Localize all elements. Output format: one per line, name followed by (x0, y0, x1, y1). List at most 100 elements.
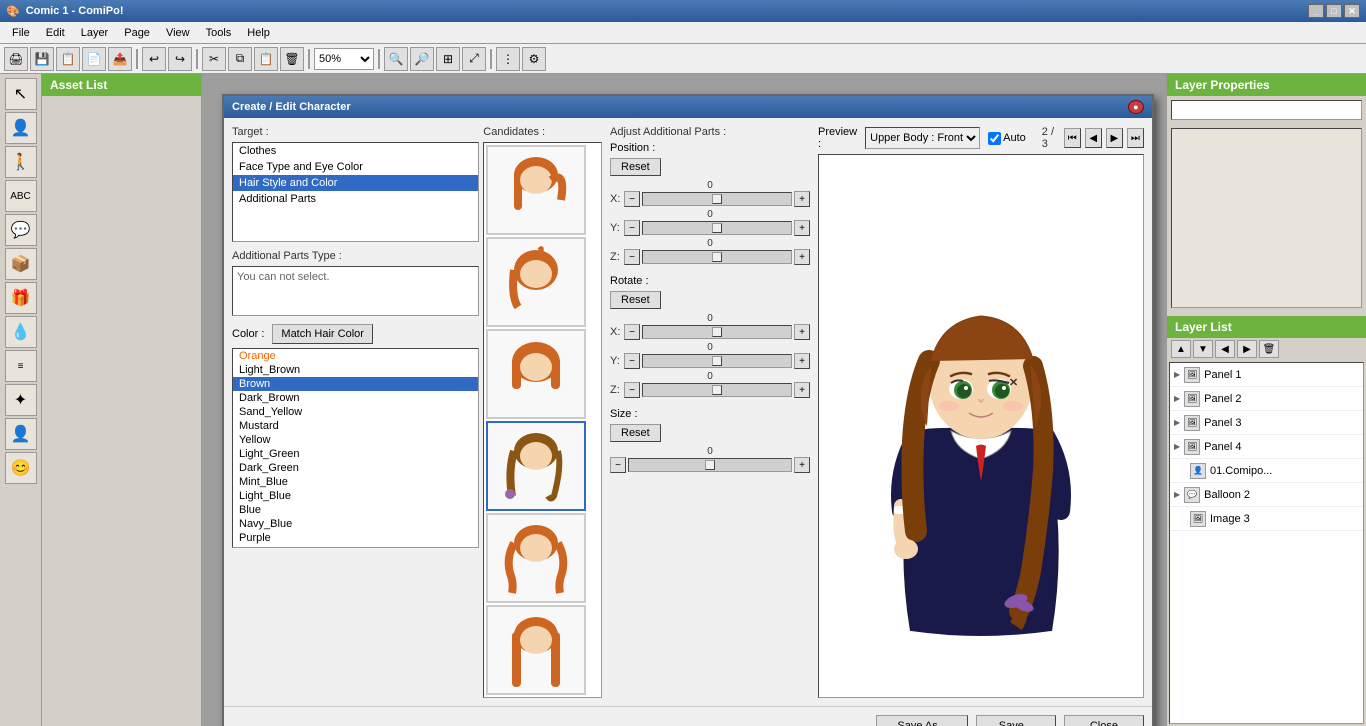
size-reset-button[interactable]: Reset (610, 424, 661, 442)
save-button[interactable]: 💾 (30, 47, 54, 71)
layer-panel-2[interactable]: ▶ 🖼 Panel 2 (1170, 387, 1363, 411)
layer-right-button[interactable]: ▶ (1237, 340, 1257, 358)
nav-first-button[interactable]: ⏮ (1064, 128, 1081, 148)
rotate-x-track[interactable] (642, 325, 792, 339)
position-x-track[interactable] (642, 192, 792, 206)
size-plus[interactable]: + (794, 457, 810, 473)
zoom-in-button[interactable]: 🔍 (384, 47, 408, 71)
settings-button[interactable]: ⚙ (522, 47, 546, 71)
menu-help[interactable]: Help (239, 25, 278, 41)
position-z-minus[interactable]: − (624, 249, 640, 265)
color-navy-blue[interactable]: Navy_Blue (233, 517, 478, 531)
candidate-6[interactable] (486, 605, 586, 695)
candidate-1[interactable] (486, 145, 586, 235)
position-z-plus[interactable]: + (794, 249, 810, 265)
position-y-track[interactable] (642, 221, 792, 235)
menu-page[interactable]: Page (116, 25, 158, 41)
menu-file[interactable]: File (4, 25, 38, 41)
target-parts[interactable]: Additional Parts (233, 191, 478, 207)
layer-delete-button[interactable]: 🗑 (1259, 340, 1279, 358)
color-yellow[interactable]: Yellow (233, 433, 478, 447)
color-pink[interactable]: Pink (233, 545, 478, 548)
cut-button[interactable]: ✂ (202, 47, 226, 71)
modal-close-button[interactable]: ● (1128, 100, 1144, 114)
menu-layer[interactable]: Layer (73, 25, 117, 41)
color-blue[interactable]: Blue (233, 503, 478, 517)
color-dark-green[interactable]: Dark_Green (233, 461, 478, 475)
tool-smile[interactable]: 😊 (5, 452, 37, 484)
rotate-z-minus[interactable]: − (624, 382, 640, 398)
tool-cube[interactable]: 🎁 (5, 282, 37, 314)
menu-view[interactable]: View (158, 25, 198, 41)
paste-button[interactable]: 📄 (82, 47, 106, 71)
rotate-z-plus[interactable]: + (794, 382, 810, 398)
color-purple[interactable]: Purple (233, 531, 478, 545)
preview-select[interactable]: Upper Body : Front Upper Body : Side Ful… (865, 127, 980, 149)
tool-burst[interactable]: ✦ (5, 384, 37, 416)
candidate-4[interactable] (486, 421, 586, 511)
match-hair-button[interactable]: Match Hair Color (272, 324, 373, 344)
color-mint-blue[interactable]: Mint_Blue (233, 475, 478, 489)
layer-left-button[interactable]: ◀ (1215, 340, 1235, 358)
grid-button[interactable]: ⋮ (496, 47, 520, 71)
layer-panel-3[interactable]: ▶ 🖼 Panel 3 (1170, 411, 1363, 435)
tool-user[interactable]: 👤 (5, 418, 37, 450)
color-dark-brown[interactable]: Dark_Brown (233, 391, 478, 405)
minimize-button[interactable]: _ (1308, 4, 1324, 18)
save-button[interactable]: Save... (976, 715, 1056, 726)
candidate-5[interactable] (486, 513, 586, 603)
color-sand-yellow[interactable]: Sand_Yellow (233, 405, 478, 419)
menu-edit[interactable]: Edit (38, 25, 73, 41)
candidates-scroll[interactable] (483, 142, 602, 698)
rotate-x-plus[interactable]: + (794, 324, 810, 340)
color-mustard[interactable]: Mustard (233, 419, 478, 433)
candidate-2[interactable] (486, 237, 586, 327)
layer-up-button[interactable]: ▲ (1171, 340, 1191, 358)
candidate-3[interactable] (486, 329, 586, 419)
layer-properties-input[interactable] (1171, 100, 1362, 120)
rotate-y-plus[interactable]: + (794, 353, 810, 369)
close-button[interactable]: ✕ (1344, 4, 1360, 18)
delete-button[interactable]: 🗑 (280, 47, 304, 71)
layer-character[interactable]: 👤 01.Comipo... (1170, 459, 1363, 483)
save-as-button[interactable]: Save As... (876, 715, 968, 726)
tool-person[interactable]: 👤 (5, 112, 37, 144)
undo-button[interactable]: ↩ (142, 47, 166, 71)
size-track[interactable] (628, 458, 792, 472)
color-orange[interactable]: Orange (233, 349, 478, 363)
layer-panel-1[interactable]: ▶ 🖼 Panel 1 (1170, 363, 1363, 387)
rotate-reset-button[interactable]: Reset (610, 291, 661, 309)
target-hair[interactable]: Hair Style and Color (233, 175, 478, 191)
zoom-out-button[interactable]: 🔎 (410, 47, 434, 71)
color-light-brown[interactable]: Light_Brown (233, 363, 478, 377)
export-button[interactable]: 📤 (108, 47, 132, 71)
copy2-button[interactable]: ⧉ (228, 47, 252, 71)
print-button[interactable]: 🖨 (4, 47, 28, 71)
expand-button[interactable]: ⤢ (462, 47, 486, 71)
redo-button[interactable]: ↪ (168, 47, 192, 71)
size-minus[interactable]: − (610, 457, 626, 473)
maximize-button[interactable]: □ (1326, 4, 1342, 18)
nav-next-button[interactable]: ▶ (1106, 128, 1123, 148)
tool-walk[interactable]: 🚶 (5, 146, 37, 178)
layer-down-button[interactable]: ▼ (1193, 340, 1213, 358)
menu-tools[interactable]: Tools (198, 25, 240, 41)
fit-button[interactable]: ⊞ (436, 47, 460, 71)
tool-bubble[interactable]: 💬 (5, 214, 37, 246)
color-brown[interactable]: Brown (233, 377, 478, 391)
zoom-select[interactable]: 50% 25% 75% 100% (314, 48, 374, 70)
copy-button[interactable]: 📋 (56, 47, 80, 71)
rotate-x-minus[interactable]: − (624, 324, 640, 340)
rotate-z-track[interactable] (642, 383, 792, 397)
tool-abc[interactable]: ABC (5, 180, 37, 212)
color-light-green[interactable]: Light_Green (233, 447, 478, 461)
layer-panel-4[interactable]: ▶ 🖼 Panel 4 (1170, 435, 1363, 459)
paste2-button[interactable]: 📋 (254, 47, 278, 71)
nav-prev-button[interactable]: ◀ (1085, 128, 1102, 148)
rotate-y-minus[interactable]: − (624, 353, 640, 369)
position-reset-button[interactable]: Reset (610, 158, 661, 176)
layer-balloon[interactable]: ▶ 💬 Balloon 2 (1170, 483, 1363, 507)
position-y-minus[interactable]: − (624, 220, 640, 236)
target-face[interactable]: Face Type and Eye Color (233, 159, 478, 175)
position-x-minus[interactable]: − (624, 191, 640, 207)
